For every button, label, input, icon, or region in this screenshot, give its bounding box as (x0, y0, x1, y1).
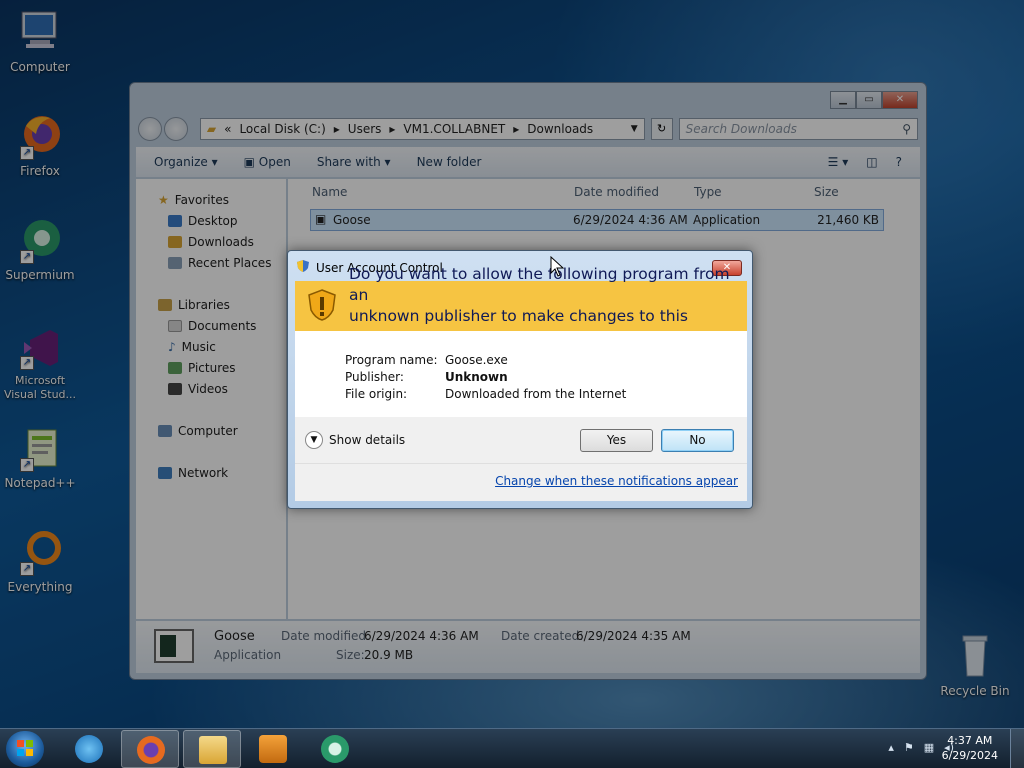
file-origin-row: File origin: Downloaded from the Internet (345, 387, 626, 401)
clock[interactable]: 4:37 AM 6/29/2024 (942, 733, 998, 763)
network-icon[interactable]: ▦ (924, 741, 934, 754)
footer-divider (295, 463, 747, 464)
program-name-row: Program name: Goose.exe (345, 353, 508, 367)
taskbar-supermium[interactable] (306, 730, 364, 768)
show-hidden-icons-icon[interactable]: ▴ (888, 741, 894, 754)
taskbar-media-player[interactable] (244, 730, 302, 768)
supermium-icon (321, 735, 349, 763)
file-origin-value: Downloaded from the Internet (445, 387, 627, 401)
folder-icon (199, 736, 227, 764)
uac-dialog[interactable]: User Account Control ✕ Do you want to al… (287, 250, 753, 509)
clock-date: 6/29/2024 (941, 749, 998, 762)
publisher-row: Publisher: Unknown (345, 370, 508, 384)
taskbar: ▴ ⚑ ▦ ◂) 4:37 AM 6/29/2024 (0, 728, 1024, 768)
firefox-icon (137, 736, 165, 764)
internet-explorer-icon (75, 735, 103, 763)
clock-time: 4:37 AM (947, 734, 993, 747)
warning-shield-icon (307, 288, 337, 325)
publisher-label: Publisher: (345, 370, 404, 384)
file-origin-label: File origin: (345, 387, 408, 401)
uac-shield-small-icon (296, 259, 310, 276)
publisher-value: Unknown (445, 370, 508, 384)
action-center-flag-icon[interactable]: ⚑ (904, 741, 914, 754)
media-player-icon (259, 735, 287, 763)
yes-button[interactable]: Yes (580, 429, 653, 452)
uac-question-line-1: Do you want to allow the following progr… (349, 265, 730, 304)
taskbar-internet-explorer[interactable] (60, 730, 118, 768)
change-notifications-link[interactable]: Change when these notifications appear (495, 474, 738, 488)
taskbar-windows-explorer[interactable] (183, 730, 241, 768)
chevron-down-icon: ▼ (305, 431, 323, 449)
show-desktop-button[interactable] (1010, 729, 1024, 768)
program-name-value: Goose.exe (445, 353, 508, 367)
taskbar-firefox[interactable] (121, 730, 179, 768)
windows-logo-icon (17, 740, 33, 756)
program-name-label: Program name: (345, 353, 438, 367)
uac-program-info: Program name: Goose.exe Publisher: Unknown… (295, 331, 747, 417)
uac-footer: ▼ Show details Yes No Change when these … (295, 417, 747, 501)
start-button[interactable] (6, 731, 44, 767)
no-button[interactable]: No (661, 429, 734, 452)
uac-warning-banner: Do you want to allow the following progr… (295, 265, 747, 346)
show-details-toggle[interactable]: ▼ Show details (305, 431, 405, 449)
desktop: Computer ↗ Firefox ↗ Supermium ↗ Microso… (0, 0, 1024, 728)
mouse-cursor-icon (550, 256, 565, 277)
show-details-label: Show details (329, 433, 406, 447)
